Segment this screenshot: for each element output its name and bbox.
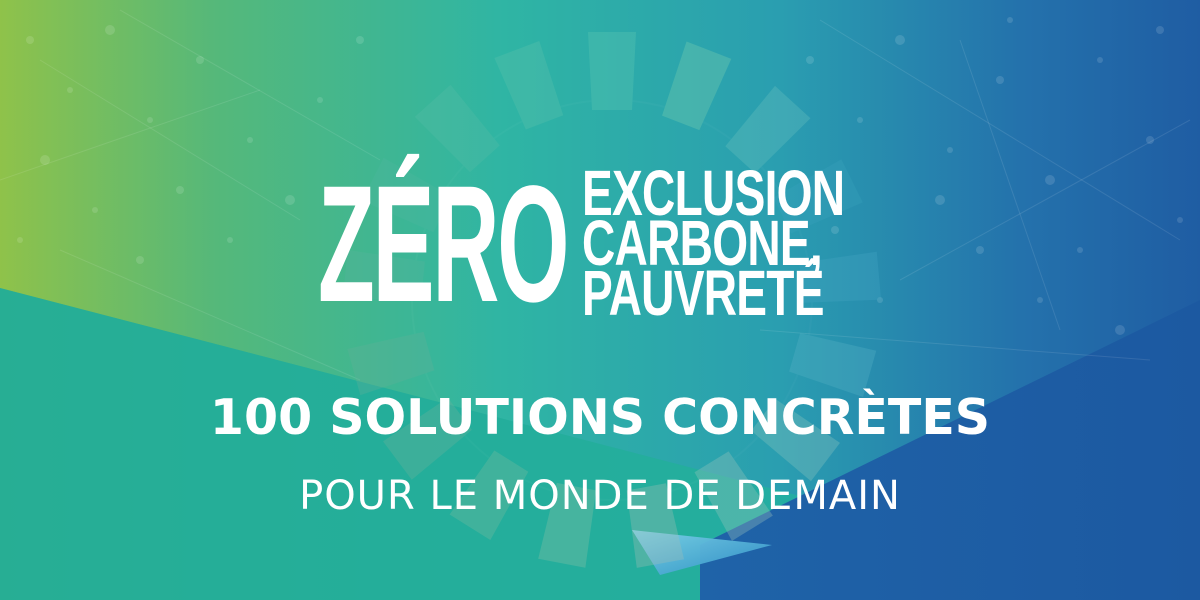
headline-topic-list: EXCLUSION CARBONE, PAUVRETÉ	[582, 161, 942, 329]
tagline: 100 SOLUTIONS CONCRÈTES	[209, 389, 991, 446]
headline-topic-pauvrete: PAUVRETÉ	[582, 257, 824, 329]
subtagline: POUR LE MONDE DE DEMAIN	[299, 473, 901, 519]
headline-zero-word: ZÉRO	[318, 152, 570, 337]
headline: ZÉRO EXCLUSION CARBONE, PAUVRETÉ	[318, 161, 938, 328]
hero-banner: ZÉRO EXCLUSION CARBONE, PAUVRETÉ 100 SOL…	[0, 0, 1200, 600]
